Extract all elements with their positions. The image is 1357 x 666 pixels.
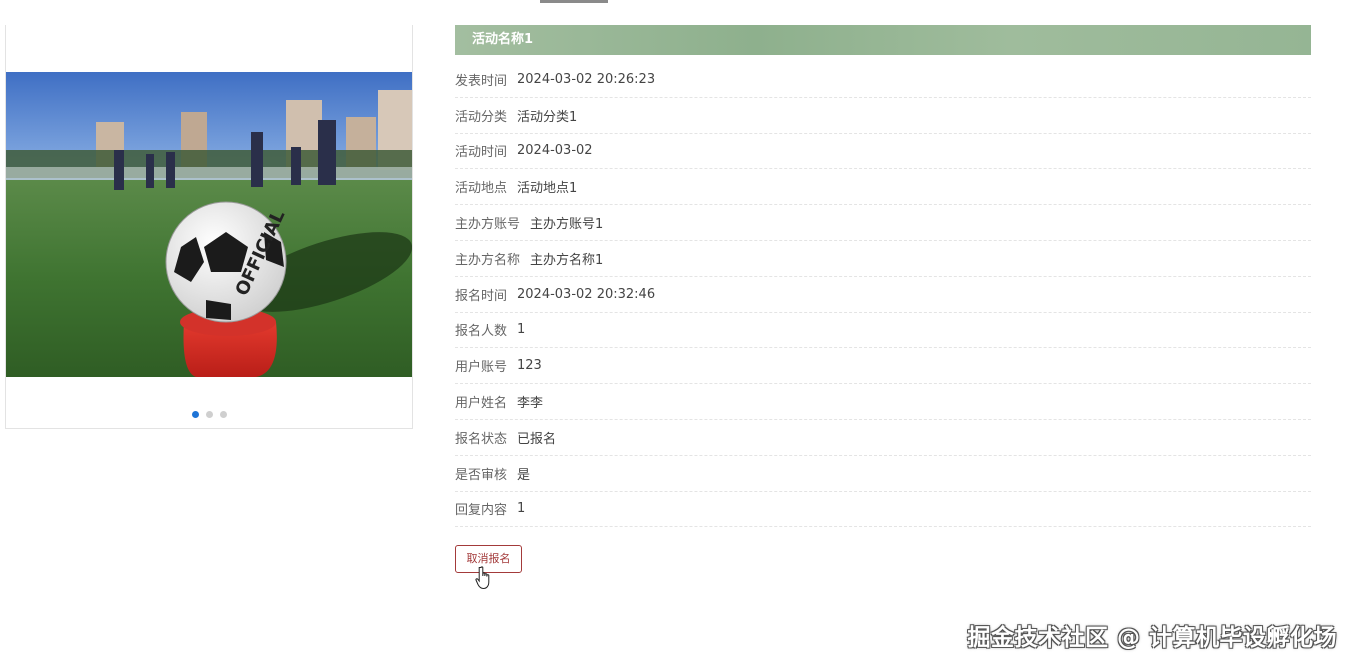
row-value: 已报名 <box>517 431 557 447</box>
detail-row-reply: 回复内容 1 <box>455 492 1311 528</box>
row-value: 是 <box>517 467 531 483</box>
row-value: 2024-03-02 20:26:23 <box>517 71 656 87</box>
row-value: 1 <box>517 322 526 338</box>
carousel-dot-1[interactable] <box>191 411 199 418</box>
row-value: 123 <box>517 358 542 374</box>
detail-row-signup-time: 报名时间 2024-03-02 20:32:46 <box>455 277 1311 313</box>
row-label: 活动时间 <box>455 145 508 161</box>
detail-row-category: 活动分类 活动分类1 <box>455 98 1311 134</box>
detail-row-organizer-account: 主办方账号 主办方账号1 <box>455 205 1311 241</box>
row-label: 报名人数 <box>455 324 508 340</box>
detail-row-publish-time: 发表时间 2024-03-02 20:26:23 <box>455 62 1311 98</box>
detail-row-signup-count: 报名人数 1 <box>455 313 1311 349</box>
detail-row-user-account: 用户账号 123 <box>455 348 1311 385</box>
row-value: 活动分类1 <box>517 109 578 125</box>
activity-title: 活动名称1 <box>455 25 1311 55</box>
row-value: 活动地点1 <box>517 181 578 197</box>
tab-active-indicator <box>540 0 608 3</box>
detail-row-signup-status: 报名状态 已报名 <box>455 420 1311 456</box>
row-label: 是否审核 <box>455 467 508 483</box>
row-value: 1 <box>517 501 526 517</box>
activity-detail-panel: 活动名称1 发表时间 2024-03-02 20:26:23 活动分类 活动分类… <box>455 25 1311 528</box>
row-label: 主办方名称 <box>455 252 521 268</box>
hand-cursor-icon <box>475 566 490 590</box>
detail-rows: 发表时间 2024-03-02 20:26:23 活动分类 活动分类1 活动时间… <box>455 62 1311 528</box>
row-label: 报名状态 <box>455 431 508 447</box>
carousel-dot-3[interactable] <box>219 411 227 418</box>
detail-row-location: 活动地点 活动地点1 <box>455 169 1311 206</box>
carousel-dot-2[interactable] <box>205 411 213 418</box>
detail-row-organizer-name: 主办方名称 主办方名称1 <box>455 241 1311 277</box>
row-label: 发表时间 <box>455 73 508 89</box>
image-carousel[interactable]: OFFICIAL <box>5 25 413 429</box>
carousel-dots <box>6 411 412 418</box>
row-value: 李李 <box>517 396 544 412</box>
detail-row-user-name: 用户姓名 李李 <box>455 384 1311 420</box>
watermark: 掘金技术社区 @ 计算机毕设孵化场 <box>967 625 1337 651</box>
row-value: 2024-03-02 20:32:46 <box>517 286 656 302</box>
row-label: 用户账号 <box>455 360 508 376</box>
row-label: 用户姓名 <box>455 396 508 412</box>
detail-row-reviewed: 是否审核 是 <box>455 456 1311 492</box>
row-label: 主办方账号 <box>455 217 521 233</box>
row-value: 主办方名称1 <box>530 252 604 268</box>
detail-row-activity-time: 活动时间 2024-03-02 <box>455 134 1311 170</box>
row-value: 主办方账号1 <box>530 217 604 233</box>
football-photo: OFFICIAL <box>6 72 412 377</box>
row-label: 回复内容 <box>455 503 508 519</box>
row-label: 报名时间 <box>455 288 508 304</box>
row-label: 活动分类 <box>455 109 508 125</box>
row-value: 2024-03-02 <box>517 143 593 159</box>
row-label: 活动地点 <box>455 181 508 197</box>
carousel-slide-image[interactable]: OFFICIAL <box>6 72 412 377</box>
